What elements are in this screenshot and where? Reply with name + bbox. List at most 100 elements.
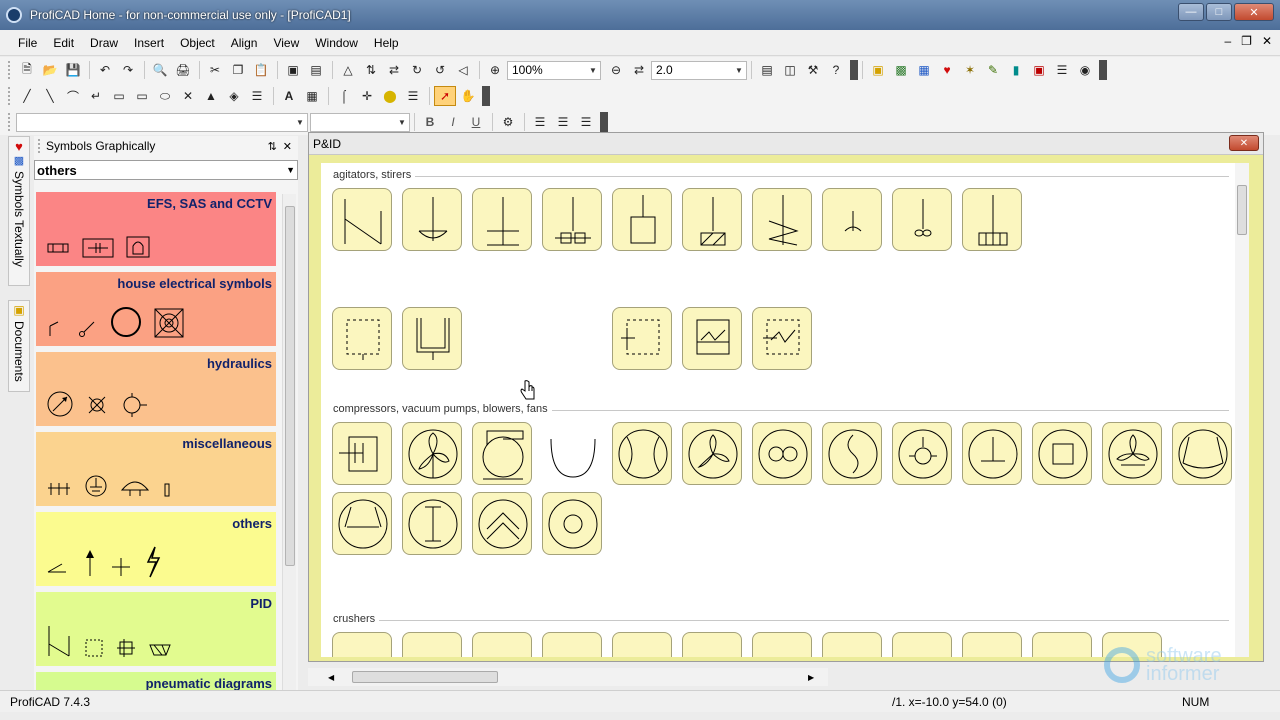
columns-icon[interactable]: ◫ — [779, 60, 801, 80]
scrollbar-thumb[interactable] — [352, 671, 498, 683]
symbol-heater[interactable] — [612, 307, 672, 370]
library-select[interactable]: others ▼ — [34, 160, 298, 180]
font-name-combo[interactable]: ▼ — [16, 112, 308, 132]
zoom-in-icon[interactable]: ⊕ — [484, 60, 506, 80]
wire-tool-icon[interactable]: ↵ — [85, 86, 107, 106]
folder-icon[interactable]: ▣ — [867, 60, 889, 80]
toolbar-grip[interactable] — [8, 61, 12, 79]
symbol-agitator[interactable] — [752, 188, 812, 251]
symbol-crusher[interactable] — [1032, 632, 1092, 657]
category-pid[interactable]: PID — [36, 592, 276, 666]
cut-icon[interactable]: ✂ — [204, 60, 226, 80]
redo-icon[interactable]: ↷ — [117, 60, 139, 80]
pan-hand-icon[interactable]: ✋ — [457, 86, 479, 106]
list-tool-icon[interactable]: ☰ — [246, 86, 268, 106]
symbol-agitator[interactable] — [822, 188, 882, 251]
category-efs-sas-cctv[interactable]: EFS, SAS and CCTV — [36, 192, 276, 266]
symbol-pump[interactable] — [612, 422, 672, 485]
rounded-rect-tool-icon[interactable]: ▭ — [131, 86, 153, 106]
connector-tool-icon[interactable]: ⌠ — [333, 86, 355, 106]
bom-icon[interactable]: ☰ — [1051, 60, 1073, 80]
category-others[interactable]: others — [36, 512, 276, 586]
symbol-pump[interactable] — [1172, 422, 1232, 485]
terminal-tool-icon[interactable]: ☰ — [402, 86, 424, 106]
italic-button[interactable]: I — [442, 112, 464, 132]
hatch-tool-icon[interactable]: ▲ — [200, 86, 222, 106]
symbol-crusher[interactable] — [752, 632, 812, 657]
symbol-pump[interactable] — [892, 422, 952, 485]
text-tool-icon[interactable]: A — [278, 86, 300, 106]
bold-button[interactable]: B — [419, 112, 441, 132]
category-miscellaneous[interactable]: miscellaneous — [36, 432, 276, 506]
symbol-crusher[interactable] — [612, 632, 672, 657]
canvas-scrollbar[interactable] — [1235, 163, 1249, 657]
component-icon[interactable]: ▦ — [913, 60, 935, 80]
font-size-combo[interactable]: ▼ — [310, 112, 410, 132]
symbol-agitator[interactable] — [612, 188, 672, 251]
underline-button[interactable]: U — [465, 112, 487, 132]
print-preview-icon[interactable]: 🔍 — [149, 60, 171, 80]
tab-symbols-textually[interactable]: ♥ ▩ Symbols Textually — [8, 136, 30, 286]
save-icon[interactable]: 💾 — [62, 60, 84, 80]
symbol-heater[interactable] — [682, 307, 742, 370]
zoom-out-icon[interactable]: ⊖ — [605, 60, 627, 80]
chevron-down-icon[interactable]: ▼ — [286, 165, 295, 175]
line-tool-icon[interactable]: ╱ — [16, 86, 38, 106]
symbol-crusher[interactable] — [962, 632, 1022, 657]
rotate-left-icon[interactable]: ↺ — [429, 60, 451, 80]
symbol-crusher[interactable] — [892, 632, 952, 657]
symbol-canvas[interactable]: agitators, stirers compressors, vacuum p… — [321, 163, 1235, 657]
symbol-pump[interactable] — [472, 492, 532, 555]
layout-icon[interactable]: ▤ — [756, 60, 778, 80]
symbol-agitator[interactable] — [682, 188, 742, 251]
symbol-pump[interactable] — [752, 422, 812, 485]
menu-insert[interactable]: Insert — [126, 36, 172, 50]
menu-view[interactable]: View — [265, 36, 307, 50]
layers-icon[interactable]: ▣ — [1028, 60, 1050, 80]
symbol-agitator[interactable] — [892, 188, 952, 251]
symbol-fan[interactable] — [402, 422, 462, 485]
scrollbar-thumb[interactable] — [1237, 185, 1247, 235]
tab-documents[interactable]: ▣ Documents — [8, 300, 30, 392]
undo-icon[interactable]: ↶ — [94, 60, 116, 80]
mdi-minimize-icon[interactable]: – — [1224, 34, 1231, 48]
line-tool-2-icon[interactable]: ╲ — [39, 86, 61, 106]
symbol-agitator[interactable] — [402, 188, 462, 251]
line-width-combo[interactable]: 2.0 ▼ — [651, 60, 747, 80]
select-pointer-icon[interactable]: ➚ — [434, 86, 456, 106]
scroll-left-icon[interactable]: ◀ — [328, 673, 334, 682]
symbol-agitator[interactable] — [962, 188, 1022, 251]
symbol-crusher[interactable] — [822, 632, 882, 657]
help-cursor-icon[interactable]: ? — [825, 60, 847, 80]
align-center-icon[interactable]: ☰ — [552, 112, 574, 132]
heart-icon[interactable]: ♥ — [936, 60, 958, 80]
chevron-down-icon[interactable]: ▼ — [586, 62, 600, 79]
symbol-crusher[interactable] — [542, 632, 602, 657]
horizontal-scrollbar[interactable]: ◀ ▶ — [308, 668, 828, 686]
symbol-agitator[interactable] — [472, 188, 532, 251]
category-house-electrical[interactable]: house electrical symbols — [36, 272, 276, 346]
scrollbar-thumb[interactable] — [285, 206, 295, 566]
symbol-pump[interactable] — [1032, 422, 1092, 485]
toolbar-grip[interactable] — [8, 113, 12, 131]
symbol-pump[interactable] — [542, 492, 602, 555]
shape-tool-icon[interactable]: ◈ — [223, 86, 245, 106]
category-pneumatic[interactable]: pneumatic diagrams — [36, 672, 276, 692]
symbol-crusher[interactable] — [332, 632, 392, 657]
tools-icon[interactable]: ⚒ — [802, 60, 824, 80]
image-icon[interactable]: ▣ — [282, 60, 304, 80]
panel-grip[interactable] — [38, 139, 42, 153]
symbol-pump[interactable] — [542, 422, 602, 485]
label-tool-icon[interactable]: ⬤ — [379, 86, 401, 106]
chevron-down-icon[interactable]: ▼ — [293, 114, 307, 131]
mirror-icon[interactable]: △ — [337, 60, 359, 80]
menu-draw[interactable]: Draw — [82, 36, 126, 50]
category-hydraulics[interactable]: hydraulics — [36, 352, 276, 426]
picture-icon[interactable]: ▤ — [305, 60, 327, 80]
menu-help[interactable]: Help — [366, 36, 407, 50]
symbol-heater[interactable] — [752, 307, 812, 370]
symbol-pump[interactable] — [402, 492, 462, 555]
rotate-icon[interactable]: ↻ — [406, 60, 428, 80]
menu-file[interactable]: File — [10, 36, 45, 50]
close-icon[interactable]: ✕ — [283, 140, 292, 153]
